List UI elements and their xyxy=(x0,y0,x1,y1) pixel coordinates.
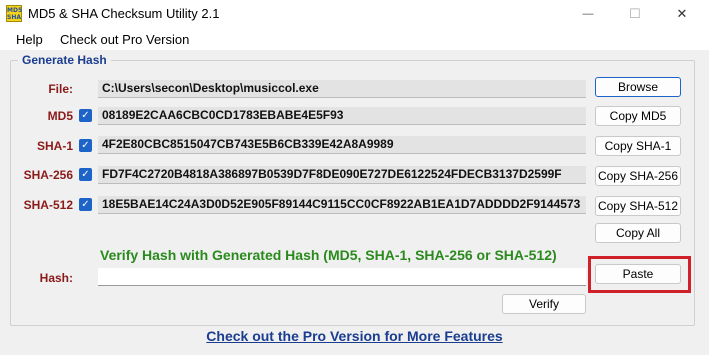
file-label: File: xyxy=(48,82,73,96)
app-icon-text-top: MD5 xyxy=(7,7,23,14)
check-icon: ✓ xyxy=(81,199,90,210)
verify-heading: Verify Hash with Generated Hash (MD5, SH… xyxy=(100,247,557,263)
check-icon: ✓ xyxy=(81,140,90,151)
app-icon-text-bottom: SHA xyxy=(7,14,21,21)
sha512-checkbox[interactable]: ✓ xyxy=(79,198,92,211)
hash-label: Hash: xyxy=(39,271,73,285)
sha256-label: SHA-256 xyxy=(23,168,73,182)
sha1-label: SHA-1 xyxy=(36,139,73,153)
md5-checkbox[interactable]: ✓ xyxy=(79,109,92,122)
sha256-checkbox[interactable]: ✓ xyxy=(79,168,92,181)
md5-hash-field[interactable]: 08189E2CAA6CBC0CD1783EBABE4E5F93 xyxy=(98,107,586,125)
check-icon: ✓ xyxy=(81,110,90,121)
close-button[interactable]: ✕ xyxy=(659,0,705,28)
pro-version-link[interactable]: Check out the Pro Version for More Featu… xyxy=(0,328,709,344)
close-icon: ✕ xyxy=(676,6,688,21)
minimize-icon: — xyxy=(582,8,594,20)
check-icon: ✓ xyxy=(81,169,90,180)
minimize-button[interactable]: — xyxy=(565,0,611,28)
copy-sha1-button[interactable]: Copy SHA-1 xyxy=(595,136,681,156)
file-path-field[interactable]: C:\Users\secon\Desktop\musiccol.exe xyxy=(98,80,586,98)
maximize-button[interactable]: ☐ xyxy=(612,0,658,28)
paste-highlight-box xyxy=(588,256,691,293)
copy-sha256-button[interactable]: Copy SHA-256 xyxy=(595,166,681,186)
sha512-hash-field[interactable]: 18E5BAE14C24A3D0D52E905F89144C9115CC0CF8… xyxy=(98,196,586,214)
maximize-icon: ☐ xyxy=(629,6,641,21)
verify-button[interactable]: Verify xyxy=(502,294,586,314)
md5-label: MD5 xyxy=(47,109,73,123)
sha256-hash-field[interactable]: FD7F4C2720B4818A386897B0539D7F8DE090E727… xyxy=(98,166,586,184)
copy-md5-button[interactable]: Copy MD5 xyxy=(595,106,681,126)
menu-help[interactable]: Help xyxy=(16,32,43,47)
sha512-label: SHA-512 xyxy=(23,198,73,212)
sha1-checkbox[interactable]: ✓ xyxy=(79,139,92,152)
browse-button[interactable]: Browse xyxy=(595,77,681,97)
generate-hash-legend: Generate Hash xyxy=(18,53,111,67)
app-window: MD5 SHA MD5 & SHA Checksum Utility 2.1 —… xyxy=(0,0,709,355)
sha1-hash-field[interactable]: 4F2E80CBC8515047CB743E5B6CB339E42A8A9989 xyxy=(98,136,586,154)
hash-input[interactable] xyxy=(98,268,586,286)
menu-pro-version[interactable]: Check out Pro Version xyxy=(60,32,189,47)
app-icon: MD5 SHA xyxy=(6,5,22,22)
copy-all-button[interactable]: Copy All xyxy=(595,223,681,243)
copy-sha512-button[interactable]: Copy SHA-512 xyxy=(595,196,681,216)
window-title: MD5 & SHA Checksum Utility 2.1 xyxy=(28,6,220,21)
